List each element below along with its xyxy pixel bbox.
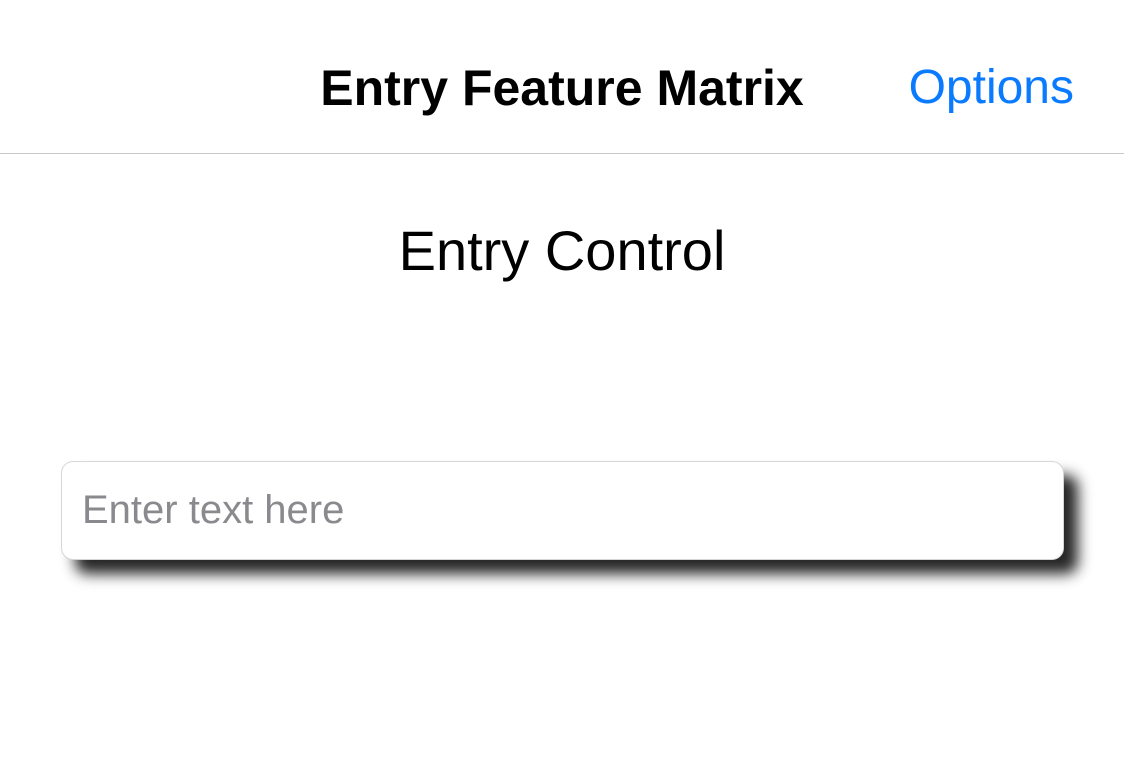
entry-container bbox=[61, 461, 1064, 560]
navigation-bar: Entry Feature Matrix Options bbox=[0, 0, 1124, 154]
options-button[interactable]: Options bbox=[909, 58, 1074, 118]
entry-control-heading: Entry Control bbox=[398, 219, 726, 282]
text-entry-field[interactable] bbox=[62, 462, 1063, 559]
